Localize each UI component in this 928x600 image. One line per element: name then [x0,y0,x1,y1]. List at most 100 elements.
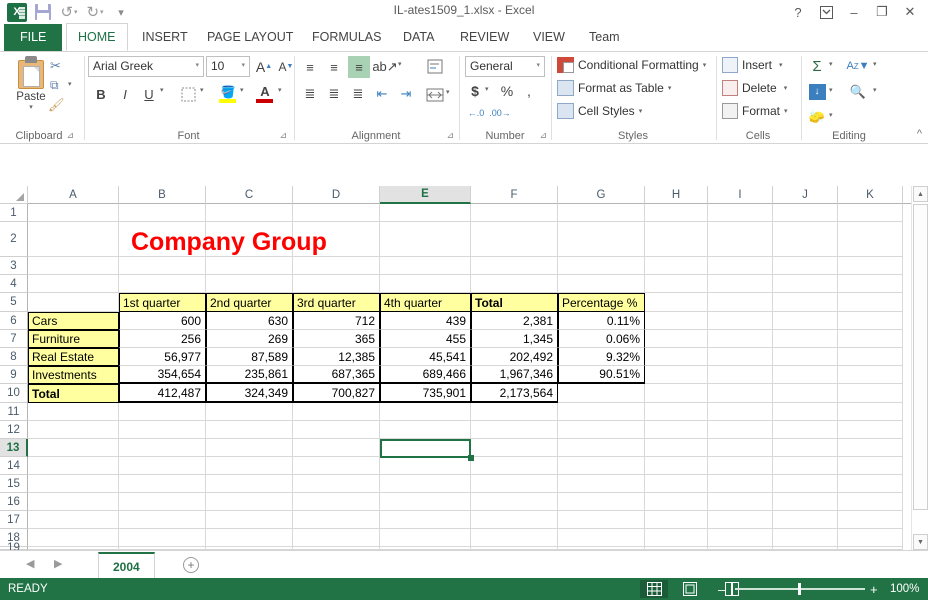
cell-A5[interactable] [28,293,119,312]
cell-A3[interactable] [28,257,119,275]
cell-C1[interactable] [206,204,293,222]
cell-H5[interactable] [645,293,708,312]
help-icon[interactable]: ? [784,0,812,24]
scroll-up-icon[interactable]: ▲ [913,186,928,202]
cell-D16[interactable] [293,493,380,511]
column-header-B[interactable]: B [119,186,206,204]
wrap-text-icon[interactable] [424,56,446,78]
cell-J1[interactable] [773,204,838,222]
cell-I3[interactable] [708,257,773,275]
cell-B7[interactable]: 256 [119,330,206,348]
cell-F6[interactable]: 2,381 [471,312,558,330]
cell-H14[interactable] [645,457,708,475]
cell-A7[interactable]: Furniture [28,330,119,348]
cell-G14[interactable] [558,457,645,475]
align-middle-icon[interactable]: ≡ [324,57,344,77]
cell-H6[interactable] [645,312,708,330]
cell-C6[interactable]: 630 [206,312,293,330]
cell-G5[interactable]: Percentage % [558,293,645,312]
cell-G10[interactable] [558,384,645,403]
autosum-icon[interactable]: Σ [807,56,827,76]
cell-E10[interactable]: 735,901 [380,384,471,403]
cell-F16[interactable] [471,493,558,511]
comma-style-icon[interactable]: , [521,82,537,100]
cell-I14[interactable] [708,457,773,475]
cell-H15[interactable] [645,475,708,493]
cell-J16[interactable] [773,493,838,511]
align-center-icon[interactable]: ≣ [324,84,344,104]
increase-font-size-icon[interactable]: A ▲ [254,56,274,77]
font-family-select[interactable]: Arial Greek ▾ [88,56,204,77]
cell-J8[interactable] [773,348,838,366]
cell-F8[interactable]: 202,492 [471,348,558,366]
tab-view[interactable]: VIEW [522,24,576,51]
cell-D13[interactable] [293,439,380,457]
number-format-select[interactable]: General ▾ [465,56,545,77]
cell-H3[interactable] [645,257,708,275]
row-header-6[interactable]: 6 [0,312,28,330]
cell-J18[interactable] [773,529,838,547]
cell-E5[interactable]: 4th quarter [380,293,471,312]
cell-B17[interactable] [119,511,206,529]
currency-dropdown-icon[interactable]: ▾ [485,85,489,93]
cell-I2[interactable] [708,222,773,257]
cell-H18[interactable] [645,529,708,547]
cell-B11[interactable] [119,403,206,421]
cell-J12[interactable] [773,421,838,439]
cell-B10[interactable]: 412,487 [119,384,206,403]
cell-G15[interactable] [558,475,645,493]
underline-button[interactable]: U [140,84,158,104]
align-right-icon[interactable]: ≣ [348,84,368,104]
cell-G8[interactable]: 9.32% [558,348,645,366]
cell-C15[interactable] [206,475,293,493]
cell-K17[interactable] [838,511,903,529]
cell-G9[interactable]: 90.51% [558,366,645,384]
close-icon[interactable]: ✕ [896,0,924,24]
cell-C17[interactable] [206,511,293,529]
fill-dropdown-icon[interactable]: ▾ [829,86,833,94]
row-header-3[interactable]: 3 [0,257,28,275]
insert-cells-button[interactable]: Insert ▾ [722,57,783,73]
clipboard-dialog-launcher[interactable]: ⊿ [66,130,74,141]
row-header-17[interactable]: 17 [0,511,28,529]
tab-review[interactable]: REVIEW [449,24,520,51]
cell-K13[interactable] [838,439,903,457]
cell-J17[interactable] [773,511,838,529]
cell-styles-button[interactable]: Cell Styles ▾ [557,103,642,119]
cell-G1[interactable] [558,204,645,222]
decrease-indent-icon[interactable]: ⇤ [372,84,392,104]
cell-E2[interactable] [380,222,471,257]
cut-icon[interactable]: ✂ [50,58,61,74]
cell-I1[interactable] [708,204,773,222]
select-all-button[interactable] [0,186,28,204]
cell-A10[interactable]: Total [28,384,119,403]
tab-page-layout[interactable]: PAGE LAYOUT [196,24,304,51]
row-header-11[interactable]: 11 [0,403,28,421]
cell-K14[interactable] [838,457,903,475]
bold-button[interactable]: B [92,84,110,104]
cell-D10[interactable]: 700,827 [293,384,380,403]
row-header-15[interactable]: 15 [0,475,28,493]
format-painter-icon[interactable]: 🖌 [48,97,65,113]
cell-E12[interactable] [380,421,471,439]
cell-K8[interactable] [838,348,903,366]
cell-E16[interactable] [380,493,471,511]
cell-B18[interactable] [119,529,206,547]
cell-D4[interactable] [293,275,380,293]
cell-E17[interactable] [380,511,471,529]
cell-K10[interactable] [838,384,903,403]
cell-A16[interactable] [28,493,119,511]
cell-A1[interactable] [28,204,119,222]
increase-indent-icon[interactable]: ⇥ [396,84,416,104]
sort-filter-icon[interactable]: A Z ▼ [846,56,869,76]
cell-C16[interactable] [206,493,293,511]
decrease-font-size-icon[interactable]: A ▼ [276,56,296,77]
cell-K7[interactable] [838,330,903,348]
cell-F4[interactable] [471,275,558,293]
cell-G2[interactable] [558,222,645,257]
italic-button[interactable]: I [116,84,134,104]
align-bottom-icon[interactable]: ≡ [348,56,370,78]
percent-style-icon[interactable]: % [499,82,515,100]
cell-C14[interactable] [206,457,293,475]
cell-B6[interactable]: 600 [119,312,206,330]
